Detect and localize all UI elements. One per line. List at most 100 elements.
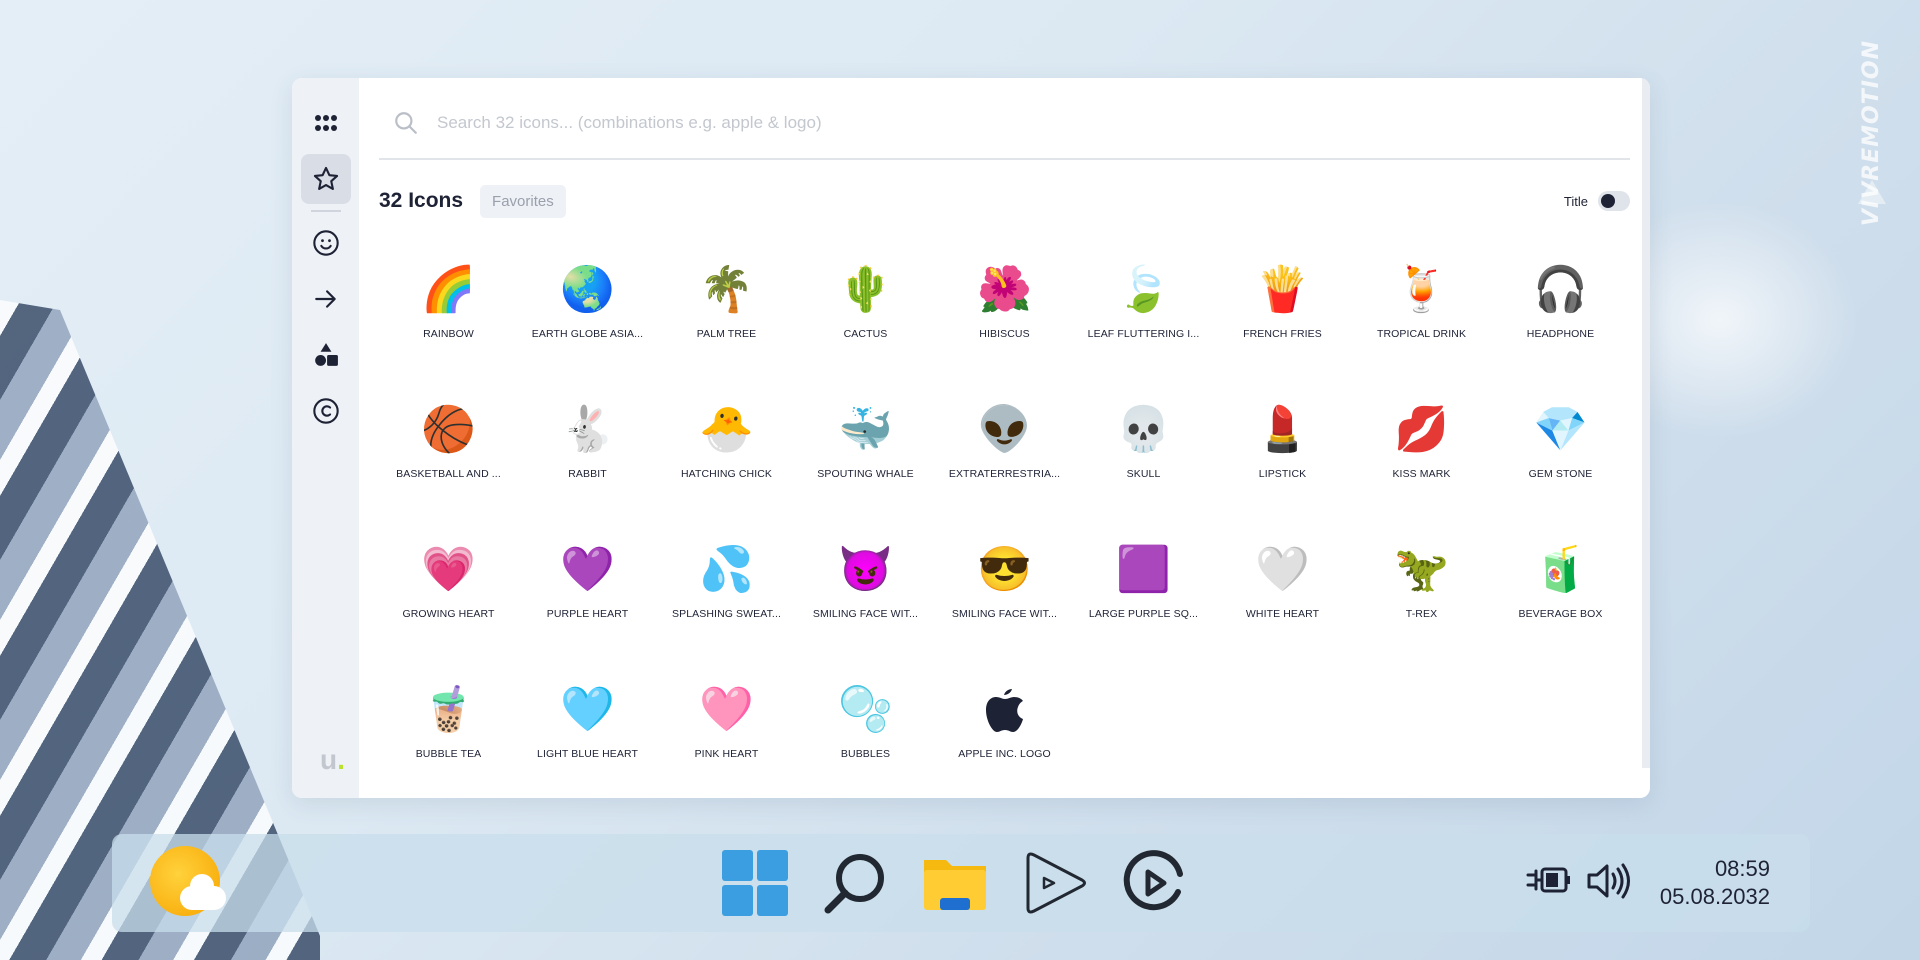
- icon-tile[interactable]: 🌏 EARTH GLOBE ASIA...: [518, 252, 657, 392]
- icon-tile[interactable]: 🎧 HEADPHONE: [1491, 252, 1630, 392]
- icon-label: SMILING FACE WIT...: [951, 608, 1058, 620]
- icon-tile[interactable]: 🐇 RABBIT: [518, 392, 657, 532]
- taskbar-search-button[interactable]: [822, 850, 888, 916]
- icon-label: BASKETBALL AND ...: [396, 468, 501, 480]
- results-header: 32 Icons Favorites Title: [379, 160, 1630, 242]
- icon-tile[interactable]: 😈 SMILING FACE WIT...: [796, 532, 935, 672]
- windows-start-button[interactable]: [722, 850, 788, 916]
- scrollbar[interactable]: [1642, 78, 1650, 768]
- taskbar-apps: [722, 850, 1188, 916]
- copyright-icon: [312, 398, 339, 424]
- icon-tile[interactable]: 👽 EXTRATERRESTRIA...: [935, 392, 1074, 532]
- cloud-icon: [180, 874, 226, 910]
- icon-label: SKULL: [1126, 468, 1161, 480]
- emoji-icon: 🌏: [560, 265, 615, 314]
- icon-label: PURPLE HEART: [546, 608, 629, 620]
- smiley-icon: [312, 230, 339, 256]
- icon-tile[interactable]: 😎 SMILING FACE WIT...: [935, 532, 1074, 672]
- app-logo: u.: [320, 744, 345, 775]
- main-content: 32 Icons Favorites Title 🌈 RAINBOW 🌏 EARTH …: [359, 78, 1650, 798]
- emoji-icon: 🎧: [1533, 265, 1588, 314]
- icon-tile[interactable]: 💦 SPLASHING SWEAT...: [657, 532, 796, 672]
- icon-label: BUBBLES: [840, 748, 891, 760]
- elgato-icon: [1123, 850, 1183, 911]
- icon-label: SMILING FACE WIT...: [812, 608, 919, 620]
- emoji-icon: 🐇: [560, 405, 615, 454]
- search-icon: [824, 854, 884, 914]
- icon-tile[interactable]: 🦖 T-REX: [1352, 532, 1491, 672]
- windows-start-icon: [722, 850, 788, 916]
- emoji-icon: 🟪: [1116, 545, 1171, 594]
- icon-tile[interactable]: 🩵 LIGHT BLUE HEART: [518, 672, 657, 798]
- emoji-icon: 💎: [1533, 405, 1588, 454]
- search-input[interactable]: [437, 113, 1337, 133]
- icon-tile[interactable]: 💎 GEM STONE: [1491, 392, 1630, 532]
- icon-label: WHITE HEART: [1245, 608, 1320, 620]
- icon-label: HATCHING CHICK: [680, 468, 773, 480]
- weather-widget[interactable]: [150, 846, 230, 926]
- icon-tile[interactable]: 💜 PURPLE HEART: [518, 532, 657, 672]
- icon-tile[interactable]: 💗 GROWING HEART: [379, 532, 518, 672]
- emoji-icon: 🦖: [1394, 545, 1449, 594]
- sidebar-item-smileys[interactable]: [301, 218, 351, 268]
- watermark-logo-icon: [1858, 180, 1886, 204]
- volume-button[interactable]: [1586, 861, 1632, 906]
- media-player-button[interactable]: [1022, 850, 1088, 916]
- elgato-button[interactable]: [1122, 850, 1188, 916]
- emoji-icon: 🧃: [1533, 545, 1588, 594]
- clock-date: 05.08.2032: [1659, 884, 1770, 909]
- icon-label: EXTRATERRESTRIA...: [948, 468, 1061, 480]
- shapes-icon: [314, 343, 338, 366]
- icon-tile[interactable]: 💀 SKULL: [1074, 392, 1213, 532]
- icon-tile[interactable]: 🐣 HATCHING CHICK: [657, 392, 796, 532]
- icon-tile[interactable]: 🌺 HIBISCUS: [935, 252, 1074, 392]
- icon-tile[interactable]: 🍟 FRENCH FRIES: [1213, 252, 1352, 392]
- icon-label: GEM STONE: [1528, 468, 1593, 480]
- sidebar-item-copyright[interactable]: [301, 386, 351, 436]
- sidebar-item-shapes[interactable]: [301, 330, 351, 380]
- emoji-icon: 💦: [699, 545, 754, 594]
- emoji-icon: 🐳: [838, 405, 893, 454]
- icon-tile[interactable]: 🐳 SPOUTING WHALE: [796, 392, 935, 532]
- arrow-right-icon: [314, 290, 336, 308]
- emoji-icon: 🍟: [1255, 265, 1310, 314]
- sidebar-item-favorites[interactable]: [300, 154, 351, 204]
- icon-tile[interactable]: 💄 LIPSTICK: [1213, 392, 1352, 532]
- icon-label: PINK HEART: [694, 748, 759, 760]
- emoji-icon: 🏀: [421, 405, 476, 454]
- icon-label: HIBISCUS: [979, 328, 1030, 340]
- emoji-icon: 🩵: [560, 685, 615, 734]
- icon-tile[interactable]: 🌈 RAINBOW: [379, 252, 518, 392]
- clock-time: 08:59: [1714, 856, 1770, 881]
- title-toggle[interactable]: [1598, 191, 1630, 211]
- icon-tile[interactable]: 🌴 PALM TREE: [657, 252, 796, 392]
- emoji-icon: 🌴: [699, 265, 754, 314]
- icon-tile[interactable]: 🧃 BEVERAGE BOX: [1491, 532, 1630, 672]
- icon-picker-window: u. 32 Icons Favorites Title 🌈 RAINBOW 🌏 EAR…: [292, 78, 1650, 798]
- icon-tile[interactable]: 🌵 CACTUS: [796, 252, 935, 392]
- icon-tile[interactable]: 🍹 TROPICAL DRINK: [1352, 252, 1491, 392]
- icon-count: 32 Icons: [379, 189, 464, 212]
- icon-label: EARTH GLOBE ASIA...: [531, 328, 644, 340]
- icon-tile[interactable]: 🏀 BASKETBALL AND ...: [379, 392, 518, 532]
- favorites-filter-tag[interactable]: Favorites: [480, 184, 566, 218]
- icon-tile[interactable]: 🤍 WHITE HEART: [1213, 532, 1352, 672]
- battery-charging-button[interactable]: [1526, 861, 1572, 906]
- sidebar-divider: [310, 210, 341, 212]
- emoji-icon: [979, 684, 1031, 736]
- icon-label: BEVERAGE BOX: [1518, 608, 1603, 620]
- emoji-icon: 🌈: [421, 265, 476, 314]
- file-explorer-button[interactable]: [922, 850, 988, 916]
- sidebar-item-arrows[interactable]: [301, 274, 351, 324]
- icon-tile[interactable]: 🟪 LARGE PURPLE SQ...: [1074, 532, 1213, 672]
- icon-tile[interactable]: 🫧 BUBBLES: [796, 672, 935, 798]
- icon-tile[interactable]: 💋 KISS MARK: [1352, 392, 1491, 532]
- icon-tile[interactable]: 🩷 PINK HEART: [657, 672, 796, 798]
- clock[interactable]: 08:59 05.08.2032: [1660, 856, 1770, 910]
- icon-label: PALM TREE: [696, 328, 757, 340]
- icon-tile[interactable]: 🧋 BUBBLE TEA: [379, 672, 518, 798]
- icon-tile[interactable]: 🍃 LEAF FLUTTERING I...: [1074, 252, 1213, 392]
- icon-label: LEAF FLUTTERING I...: [1087, 328, 1200, 340]
- sidebar-item-all[interactable]: [301, 98, 351, 148]
- icon-tile[interactable]: APPLE INC. LOGO: [935, 672, 1074, 798]
